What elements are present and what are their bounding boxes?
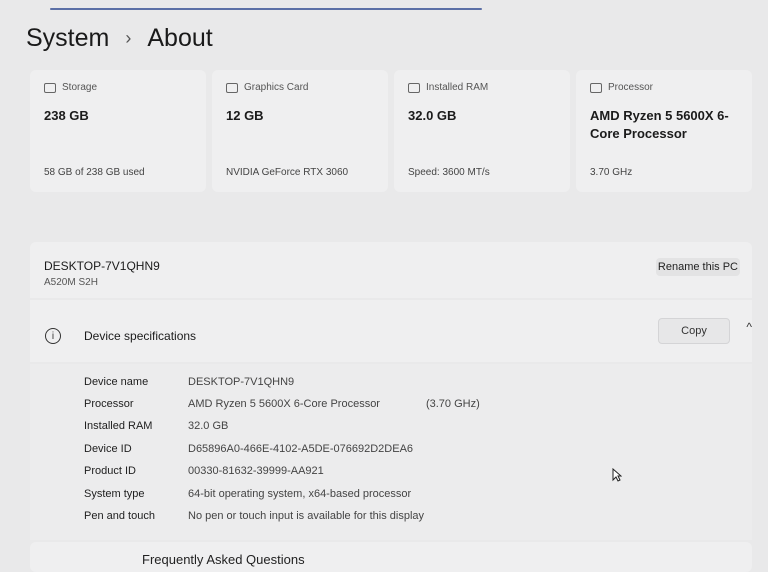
spec-label: Installed RAM	[84, 420, 153, 432]
storage-icon	[44, 82, 56, 93]
pc-name-bar: DESKTOP-7V1QHN9 A520M S2H Rename this PC	[30, 242, 752, 298]
spec-label: Product ID	[84, 465, 136, 477]
card-value: 238 GB	[44, 108, 89, 123]
ram-card[interactable]: Installed RAM 32.0 GB Speed: 3600 MT/s	[394, 70, 570, 192]
spec-label: Device name	[84, 376, 149, 388]
faq-title: Frequently Asked Questions	[142, 552, 305, 567]
page-title: About	[147, 24, 213, 52]
card-value: 12 GB	[226, 108, 264, 123]
spec-label: System type	[84, 488, 145, 500]
processor-icon	[590, 82, 602, 93]
spec-value: No pen or touch input is available for t…	[188, 510, 425, 522]
spec-row-pen-and-touch: Pen and touch No pen or touch input is a…	[84, 506, 424, 526]
chevron-up-icon[interactable]: ^	[746, 320, 752, 334]
spec-value: DESKTOP-7V1QHN9	[188, 376, 295, 388]
device-specifications-list: Device name DESKTOP-7V1QHN9 Processor AM…	[30, 364, 752, 540]
card-subtext: NVIDIA GeForce RTX 3060	[226, 167, 349, 178]
top-accent-line	[50, 8, 482, 10]
spec-label: Pen and touch	[84, 510, 155, 522]
card-label: Storage	[62, 82, 98, 93]
spec-row-product-id: Product ID 00330-81632-39999-AA921	[84, 461, 324, 481]
pc-name: DESKTOP-7V1QHN9	[44, 259, 160, 273]
section-title: Device specifications	[84, 329, 197, 343]
mouse-cursor-icon	[612, 468, 622, 482]
spec-value: 32.0 GB	[188, 420, 229, 432]
spec-row-processor: Processor AMD Ryzen 5 5600X 6-Core Proce…	[84, 394, 480, 414]
copy-button[interactable]: Copy	[658, 318, 730, 344]
card-subtext: 58 GB of 238 GB used	[44, 167, 145, 178]
chevron-right-icon: ›	[125, 28, 132, 48]
spec-row-system-type: System type 64-bit operating system, x64…	[84, 484, 411, 504]
processor-card[interactable]: Processor AMD Ryzen 5 5600X 6-Core Proce…	[576, 70, 752, 192]
card-subtext: 3.70 GHz	[590, 167, 633, 178]
spec-value: 00330-81632-39999-AA921	[188, 465, 324, 477]
spec-label: Processor	[84, 398, 134, 410]
spec-row-device-name: Device name DESKTOP-7V1QHN9	[84, 372, 294, 392]
spec-extra: (3.70 GHz)	[425, 398, 480, 410]
faq-section-header[interactable]: Frequently Asked Questions	[30, 542, 752, 572]
card-value: AMD Ryzen 5 5600X 6-Core Processor	[590, 108, 729, 141]
spec-cards: Storage 238 GB 58 GB of 238 GB used Grap…	[30, 70, 752, 192]
spec-label: Device ID	[84, 443, 132, 455]
spec-row-installed-ram: Installed RAM 32.0 GB	[84, 416, 228, 436]
spec-value: D65896A0-466E-4102-A5DE-076692D2DEA6	[188, 443, 414, 455]
pc-model: A520M S2H	[44, 277, 98, 288]
card-label: Processor	[608, 82, 654, 93]
spec-value: 64-bit operating system, x64-based proce…	[188, 488, 412, 500]
card-label: Graphics Card	[244, 82, 309, 93]
ram-icon	[408, 82, 420, 93]
info-icon: i	[45, 328, 61, 344]
device-specifications-header[interactable]: i Device specifications Copy ^	[30, 300, 752, 362]
storage-card[interactable]: Storage 238 GB 58 GB of 238 GB used	[30, 70, 206, 192]
card-value: 32.0 GB	[408, 108, 457, 123]
spec-value: AMD Ryzen 5 5600X 6-Core Processor	[188, 398, 380, 410]
graphics-card-icon	[226, 82, 238, 93]
graphics-card-card[interactable]: Graphics Card 12 GB NVIDIA GeForce RTX 3…	[212, 70, 388, 192]
card-subtext: Speed: 3600 MT/s	[408, 167, 490, 178]
breadcrumb: System › About	[26, 24, 213, 53]
rename-pc-button[interactable]: Rename this PC	[655, 258, 740, 276]
spec-row-device-id: Device ID D65896A0-466E-4102-A5DE-076692…	[84, 439, 413, 459]
breadcrumb-system[interactable]: System	[26, 24, 109, 53]
card-label: Installed RAM	[426, 82, 489, 93]
